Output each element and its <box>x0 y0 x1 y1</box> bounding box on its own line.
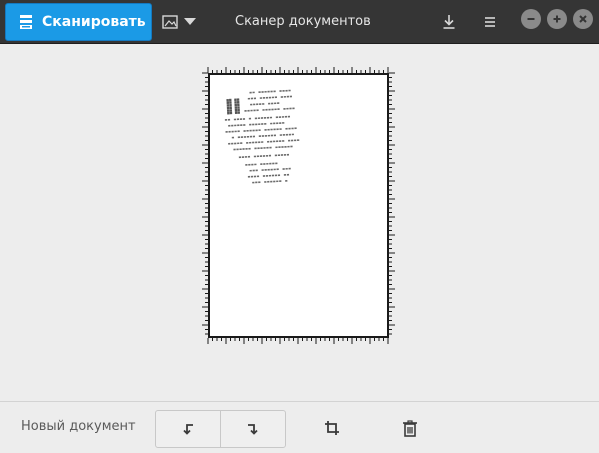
minimize-icon <box>527 18 535 20</box>
rotate-button-group <box>155 410 286 448</box>
window-title: Сканер документов <box>235 14 371 29</box>
rotate-right-icon <box>248 424 258 435</box>
download-icon <box>443 15 455 29</box>
close-button[interactable] <box>573 9 593 29</box>
document-scanner-window: Сканировать Сканер документов Новый доку… <box>0 0 599 453</box>
crop-icon <box>325 421 339 435</box>
hamburger-menu-icon <box>485 17 495 27</box>
maximize-icon <box>553 15 561 23</box>
header-bar: Сканировать Сканер документов <box>0 0 599 44</box>
rotate-left-icon <box>183 424 193 435</box>
main-menu-button[interactable] <box>478 10 502 34</box>
maximize-button[interactable] <box>547 9 567 29</box>
scan-button-label: Сканировать <box>42 14 146 30</box>
action-bar: Новый документ <box>0 401 599 453</box>
rotate-right-button[interactable] <box>220 411 285 447</box>
scan-button[interactable]: Сканировать <box>5 3 152 41</box>
crop-button[interactable] <box>322 418 342 438</box>
delete-button[interactable] <box>400 418 420 438</box>
minimize-button[interactable] <box>521 9 541 29</box>
page-view-area <box>0 45 599 401</box>
chevron-down-icon <box>184 18 196 25</box>
new-document-button[interactable]: Новый документ <box>21 419 136 434</box>
scanned-document-preview <box>224 89 300 184</box>
rotate-left-button[interactable] <box>156 411 220 447</box>
image-menu-button[interactable] <box>158 8 202 36</box>
trash-icon <box>403 419 417 437</box>
scanned-page[interactable] <box>208 73 389 338</box>
save-button[interactable] <box>437 10 461 34</box>
scanner-icon <box>20 15 32 29</box>
close-icon <box>579 15 587 23</box>
image-icon <box>162 15 178 29</box>
